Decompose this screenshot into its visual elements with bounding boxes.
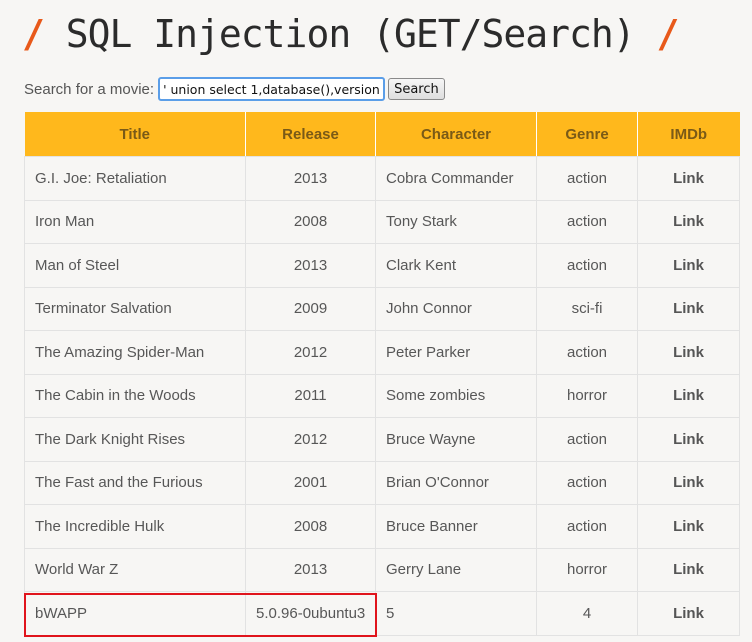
table-row: bWAPP 5.0.96-0ubuntu3 5 4 Link [24,591,740,636]
table-row: The Amazing Spider-Man 2012 Peter Parker ac… [24,330,740,375]
cell-genre: action [536,330,638,375]
table-row: The Cabin in the Woods 2011 Some zombies ho… [24,373,740,418]
cell-release: 2008 [245,199,376,244]
table-row: Man of Steel 2013 Clark Kent action Link [24,243,740,288]
cell-release: 2013 [245,243,376,288]
cell-title: bWAPP [24,591,246,636]
search-input[interactable] [158,77,386,101]
cell-character: Bruce Banner [375,504,537,549]
imdb-link[interactable]: Link [673,257,704,274]
cell-title: The Cabin in the Woods [24,373,246,418]
imdb-link[interactable]: Link [673,213,704,230]
cell-imdb: Link [637,373,740,418]
cell-imdb: Link [637,504,740,549]
cell-release: 2012 [245,330,376,375]
cell-title: Iron Man [24,199,246,244]
cell-title: G.I. Joe: Retaliation [24,156,246,201]
imdb-link[interactable]: Link [673,431,704,448]
imdb-link[interactable]: Link [673,561,704,578]
table-header-row: Title Release Character Genre IMDb [24,112,740,157]
imdb-link[interactable]: Link [673,518,704,535]
cell-imdb: Link [637,417,740,462]
cell-character: Tony Stark [375,199,537,244]
cell-imdb: Link [637,156,740,201]
cell-title: The Incredible Hulk [24,504,246,549]
search-form: Search for a movie: Search [24,77,445,101]
title-slash-left: / [22,12,45,56]
cell-character: 5 [375,591,537,636]
page-title: / SQL Injection (GET/Search) / [22,8,680,60]
cell-character: Clark Kent [375,243,537,288]
cell-character: Some zombies [375,373,537,418]
table-row: Iron Man 2008 Tony Stark action Link [24,199,740,244]
table-row: The Incredible Hulk 2008 Bruce Banner actio… [24,504,740,549]
cell-imdb: Link [637,199,740,244]
header-genre: Genre [536,112,638,157]
cell-release: 2011 [245,373,376,418]
cell-genre: horror [536,547,638,592]
cell-title: The Amazing Spider-Man [24,330,246,375]
movies-table: Title Release Character Genre IMDb G.I. … [24,112,740,636]
imdb-link[interactable]: Link [673,605,704,622]
header-title: Title [24,112,246,157]
header-imdb: IMDb [637,112,740,157]
cell-imdb: Link [637,286,740,331]
cell-imdb: Link [637,330,740,375]
imdb-link[interactable]: Link [673,387,704,404]
cell-imdb: Link [637,243,740,288]
page-title-text: SQL Injection (GET/Search) [65,12,636,56]
imdb-link[interactable]: Link [673,344,704,361]
imdb-link[interactable]: Link [673,170,704,187]
cell-release: 2001 [245,460,376,505]
header-release: Release [245,112,376,157]
cell-character: John Connor [375,286,537,331]
cell-imdb: Link [637,460,740,505]
cell-genre: action [536,243,638,288]
search-label: Search for a movie: [24,80,155,98]
imdb-link[interactable]: Link [673,300,704,317]
cell-character: Brian O'Connor [375,460,537,505]
table-row: The Dark Knight Rises 2012 Bruce Wayne acti… [24,417,740,462]
cell-genre: action [536,460,638,505]
cell-character: Peter Parker [375,330,537,375]
cell-title: The Fast and the Furious [24,460,246,505]
cell-genre: sci-fi [536,286,638,331]
cell-genre: 4 [536,591,638,636]
table-row: The Fast and the Furious 2001 Brian O'Conn… [24,460,740,505]
cell-character: Cobra Commander [375,156,537,201]
table-row: World War Z 2013 Gerry Lane horror Link [24,547,740,592]
cell-character: Bruce Wayne [375,417,537,462]
search-button[interactable]: Search [388,78,445,100]
cell-release: 5.0.96-0ubuntu3 [245,591,376,636]
cell-genre: action [536,504,638,549]
table-row: Terminator Salvation 2009 John Connor sci-f… [24,286,740,331]
cell-genre: action [536,199,638,244]
cell-title: The Dark Knight Rises [24,417,246,462]
cell-title: Man of Steel [24,243,246,288]
imdb-link[interactable]: Link [673,474,704,491]
cell-character: Gerry Lane [375,547,537,592]
title-slash-right: / [656,12,680,56]
cell-imdb: Link [637,591,740,636]
header-character: Character [375,112,537,157]
cell-title: Terminator Salvation [24,286,246,331]
cell-imdb: Link [637,547,740,592]
cell-genre: action [536,417,638,462]
cell-release: 2013 [245,156,376,201]
cell-release: 2013 [245,547,376,592]
table-row: G.I. Joe: Retaliation 2013 Cobra Commander… [24,156,740,201]
cell-genre: action [536,156,638,201]
cell-genre: horror [536,373,638,418]
cell-release: 2009 [245,286,376,331]
cell-release: 2012 [245,417,376,462]
cell-title: World War Z [24,547,246,592]
cell-release: 2008 [245,504,376,549]
